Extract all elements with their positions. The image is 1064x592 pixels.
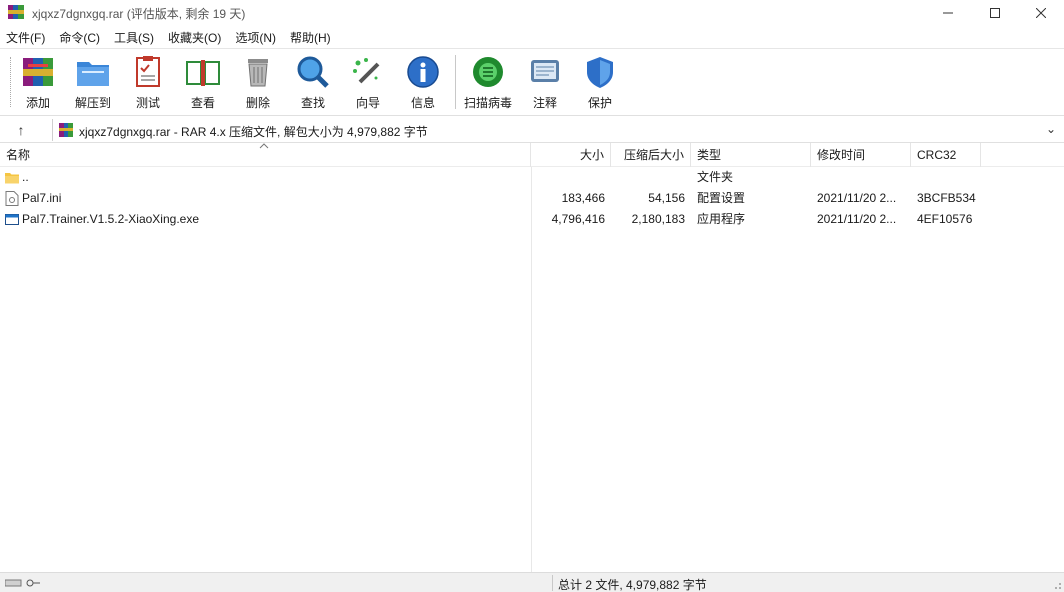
comment-icon: [531, 59, 559, 82]
toolbar-separator: [455, 55, 456, 109]
file-modified: 2021/11/20 2...: [817, 212, 897, 226]
trash-icon: [248, 58, 268, 86]
file-type: 应用程序: [697, 212, 746, 226]
file-name: Pal7.ini: [22, 191, 62, 205]
menu-favorites[interactable]: 收藏夹(O): [168, 29, 221, 46]
view-book-icon: [186, 59, 220, 86]
file-modified: 2021/11/20 2...: [817, 191, 897, 205]
close-icon: [1036, 7, 1046, 18]
file-size: [531, 167, 605, 188]
test-label: 测试: [135, 96, 160, 110]
file-name: ..: [22, 170, 29, 184]
column-header-packed[interactable]: 压缩后大小: [611, 143, 691, 167]
magic-wand-icon: [353, 57, 380, 83]
scan-virus-button[interactable]: 扫描病毒: [460, 53, 516, 111]
rar-archive-icon: [59, 123, 73, 137]
file-packed: 54,156: [648, 191, 685, 205]
test-button[interactable]: 测试: [122, 53, 174, 111]
menu-commands[interactable]: 命令(C): [59, 29, 100, 46]
comment-label: 注释: [532, 96, 557, 110]
minimize-button[interactable]: [925, 0, 971, 25]
wizard-label: 向导: [355, 96, 380, 110]
address-field[interactable]: xjqxz7dgnxgq.rar - RAR 4.x 压缩文件, 解包大小为 4…: [52, 119, 1064, 141]
maximize-button[interactable]: [972, 0, 1018, 25]
find-label: 查找: [300, 96, 325, 110]
table-row[interactable]: Pal7.Trainer.V1.5.2-XiaoXing.exe 4,796,4…: [0, 209, 1064, 230]
winrar-app-icon: [8, 5, 24, 19]
menu-help[interactable]: 帮助(H): [290, 29, 331, 46]
menu-file[interactable]: 文件(F): [6, 29, 45, 46]
add-button[interactable]: 添加: [12, 53, 64, 111]
find-button[interactable]: 查找: [287, 53, 339, 111]
view-label: 查看: [190, 96, 215, 110]
resize-grip-icon[interactable]: [1050, 578, 1062, 590]
exe-file-icon: [5, 214, 19, 225]
status-divider: [552, 575, 553, 591]
shield-icon: [587, 56, 613, 88]
status-bar: 总计 2 文件, 4,979,882 字节: [0, 572, 1064, 592]
file-size: 183,466: [561, 191, 605, 205]
wizard-button[interactable]: 向导: [342, 53, 394, 111]
status-summary: 总计 2 文件, 4,979,882 字节: [558, 578, 707, 592]
info-label: 信息: [410, 96, 435, 110]
file-packed: 2,180,183: [631, 212, 685, 226]
extract-to-button[interactable]: 解压到: [67, 53, 119, 111]
file-crc: 3BCFB534: [917, 191, 976, 205]
sort-ascending-icon: [259, 143, 269, 149]
test-checklist-icon: [136, 55, 160, 87]
menu-tools[interactable]: 工具(S): [114, 29, 154, 46]
file-packed: [611, 167, 685, 188]
delete-button[interactable]: 删除: [232, 53, 284, 111]
table-row[interactable]: Pal7.ini 183,466 54,156 配置设置 2021/11/20 …: [0, 188, 1064, 209]
table-row[interactable]: .. 文件夹: [0, 167, 1064, 188]
view-button[interactable]: 查看: [177, 53, 229, 111]
extract-label: 解压到: [74, 96, 111, 110]
comment-button[interactable]: 注释: [519, 53, 571, 111]
protect-label: 保护: [587, 96, 612, 110]
file-list: 名称 大小 压缩后大小 类型 修改时间 CRC32 .. 文件夹 Pal7.in…: [0, 143, 1064, 572]
up-folder-button[interactable]: ↑: [10, 120, 32, 140]
toolbar: 添加 解压到 测试 查看 删除 查找 向导 信息 扫描病毒 注释 保护: [0, 48, 1064, 114]
file-crc: 4EF10576: [917, 212, 973, 226]
extract-folder-icon: [77, 61, 109, 86]
info-icon: [407, 55, 439, 88]
arrow-up-icon: ↑: [17, 122, 25, 138]
column-header-type[interactable]: 类型: [691, 143, 811, 167]
address-text: xjqxz7dgnxgq.rar - RAR 4.x 压缩文件, 解包大小为 4…: [79, 125, 428, 139]
drive-key-icon: [5, 579, 40, 587]
column-header-modified[interactable]: 修改时间: [811, 143, 911, 167]
add-archive-icon: [23, 57, 53, 86]
window-title: xjqxz7dgnxgq.rar (评估版本, 剩余 19 天): [32, 7, 246, 21]
file-size: 4,796,416: [551, 212, 605, 226]
file-type: 配置设置: [697, 191, 746, 205]
delete-label: 删除: [245, 96, 270, 110]
search-icon: [297, 56, 329, 88]
protect-button[interactable]: 保护: [574, 53, 626, 111]
maximize-icon: [990, 7, 1000, 18]
menu-options[interactable]: 选项(N): [235, 29, 276, 46]
file-type: 文件夹: [697, 170, 734, 184]
column-header-size[interactable]: 大小: [531, 143, 611, 167]
file-name: Pal7.Trainer.V1.5.2-XiaoXing.exe: [22, 212, 199, 226]
minimize-icon: [943, 12, 953, 13]
menu-bar: 文件(F) 命令(C) 工具(S) 收藏夹(O) 选项(N) 帮助(H): [0, 26, 1064, 48]
scan-label: 扫描病毒: [463, 96, 512, 110]
title-bar: xjqxz7dgnxgq.rar (评估版本, 剩余 19 天): [0, 0, 1064, 25]
info-button[interactable]: 信息: [397, 53, 449, 111]
virus-scan-icon: [473, 56, 503, 87]
ini-file-icon: [5, 191, 19, 206]
add-label: 添加: [25, 96, 50, 110]
folder-icon: [5, 173, 19, 184]
list-header: 名称 大小 压缩后大小 类型 修改时间 CRC32: [0, 143, 1064, 167]
address-bar: ↑ xjqxz7dgnxgq.rar - RAR 4.x 压缩文件, 解包大小为…: [0, 115, 1064, 143]
close-button[interactable]: [1018, 0, 1064, 25]
column-header-crc[interactable]: CRC32: [911, 143, 981, 167]
chevron-down-icon[interactable]: ⌄: [1046, 122, 1060, 138]
